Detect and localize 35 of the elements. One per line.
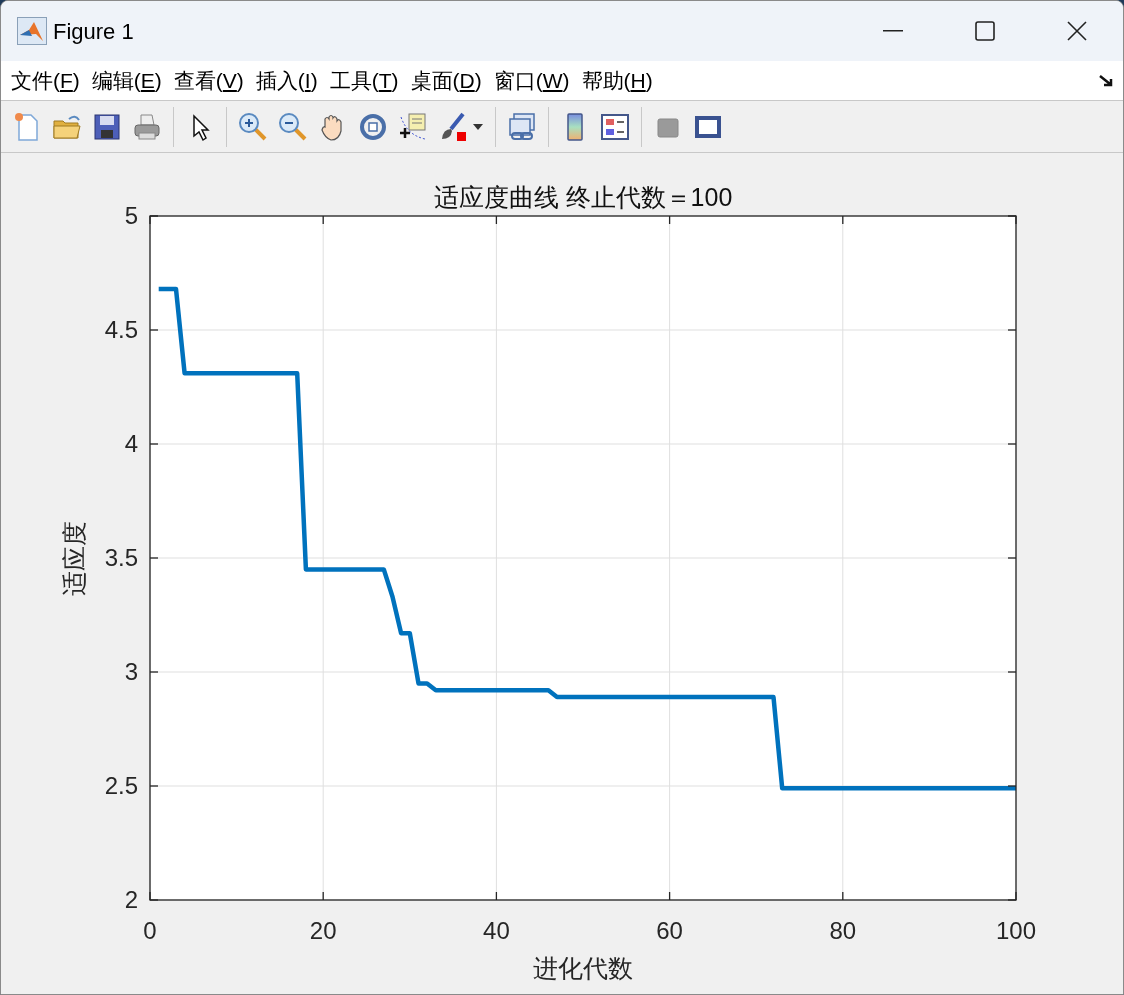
x-tick-label: 40 (483, 917, 510, 944)
window-title: Figure 1 (53, 17, 134, 46)
data-tip-icon[interactable] (397, 110, 429, 143)
zoom-out-icon[interactable] (277, 110, 309, 143)
y-tick-label: 3.5 (104, 544, 138, 571)
y-tick-label: 2.5 (104, 772, 138, 799)
maximize-icon (975, 21, 995, 41)
x-tick-label: 0 (143, 917, 157, 944)
x-tick-label: 100 (996, 917, 1036, 944)
y-axis-label: 适应度 (60, 520, 88, 596)
dock-arrow-icon[interactable] (1099, 74, 1113, 87)
zoom-in-icon[interactable] (237, 110, 269, 143)
x-tick-label: 20 (309, 917, 337, 944)
close-icon (1067, 21, 1087, 41)
x-tick-label: 80 (829, 917, 857, 944)
menu-item[interactable]: 编辑(E) (85, 64, 168, 97)
dropdown-arrow-icon[interactable] (473, 123, 483, 130)
app-icon (17, 17, 47, 45)
y-tick-label: 4 (124, 430, 138, 457)
x-axis-label: 进化代数 (533, 954, 633, 982)
menu-item[interactable]: 帮助(H) (575, 64, 659, 97)
menu-item[interactable]: 窗口(W) (487, 64, 576, 97)
menu-item[interactable]: 插入(I) (249, 64, 324, 97)
y-tick-label: 4.5 (104, 316, 138, 343)
menu-item[interactable]: 文件(F) (5, 64, 86, 97)
menu-item[interactable]: 桌面(D) (404, 64, 488, 97)
x-tick-label: 60 (656, 917, 683, 944)
link-icon[interactable] (506, 110, 538, 143)
minimize-icon (883, 30, 903, 32)
y-tick-label: 3 (124, 658, 138, 685)
y-tick-label: 5 (124, 202, 138, 229)
chart-title: 适应度曲线 终止代数＝100 (433, 183, 733, 211)
menu-item[interactable]: 工具(T) (323, 64, 405, 97)
y-tick-label: 2 (124, 886, 138, 913)
menu-item[interactable]: 查看(V) (167, 64, 250, 97)
